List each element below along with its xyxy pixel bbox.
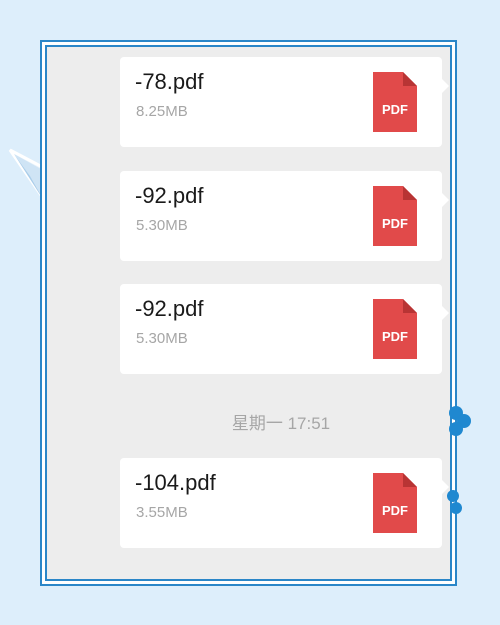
file-message[interactable]: -78.pdf 8.25MB PDF (120, 57, 449, 147)
pdf-label: PDF (382, 102, 408, 117)
file-size: 5.30MB (136, 217, 188, 234)
file-message[interactable]: -104.pdf 3.55MB PDF (120, 458, 449, 548)
pdf-label: PDF (382, 329, 408, 344)
file-message[interactable]: -92.pdf 5.30MB PDF (120, 171, 449, 261)
pdf-file-icon: PDF (373, 473, 417, 533)
file-name: -92.pdf (135, 296, 204, 321)
file-size: 8.25MB (136, 103, 188, 120)
pdf-file-icon: PDF (373, 72, 417, 132)
file-message[interactable]: -92.pdf 5.30MB PDF (120, 284, 449, 374)
flower-decoration-icon (449, 406, 471, 436)
message-timestamp: 星期一 17:51 (231, 414, 331, 433)
flower-decoration-icon (447, 490, 462, 514)
file-size: 5.30MB (136, 330, 188, 347)
pdf-file-icon: PDF (373, 299, 417, 359)
pdf-label: PDF (382, 216, 408, 231)
file-name: -78.pdf (135, 69, 204, 94)
pdf-file-icon: PDF (373, 186, 417, 246)
chat-area: -78.pdf 8.25MB PDF -92.pdf 5.30MB PDF -9… (0, 0, 500, 625)
file-name: -104.pdf (135, 470, 216, 495)
pdf-label: PDF (382, 503, 408, 518)
file-name: -92.pdf (135, 183, 204, 208)
file-size: 3.55MB (136, 504, 188, 521)
